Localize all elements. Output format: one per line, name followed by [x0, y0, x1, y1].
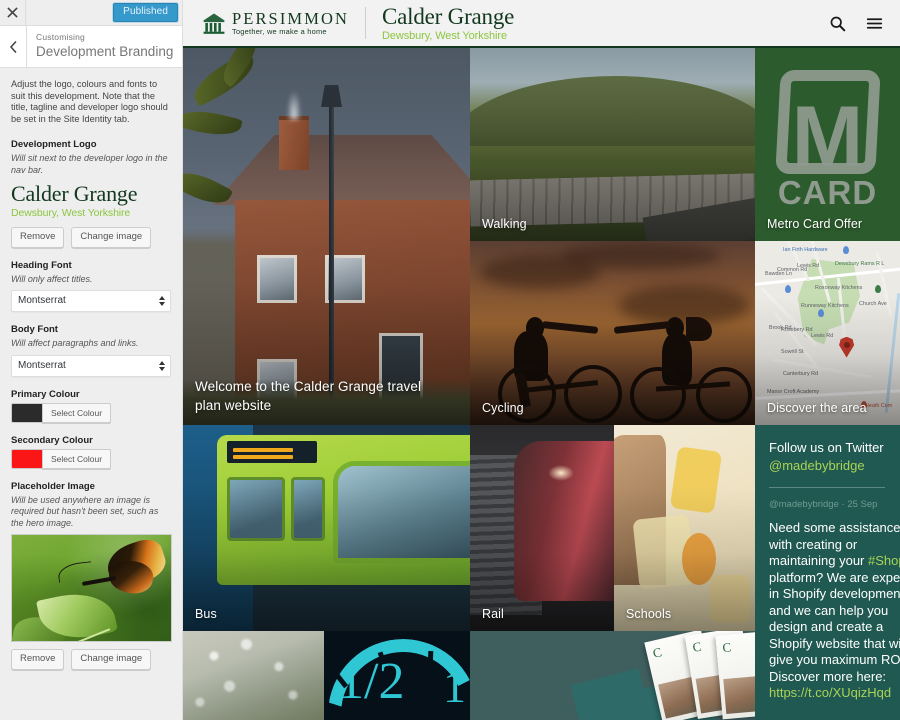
site-preview: PERSIMMON Together, we make a home Calde… [183, 0, 900, 720]
development-logo-label: Development Logo [11, 139, 97, 151]
metro-card-logo-word: CARD [777, 174, 878, 211]
section-description: Adjust the logo, colours and fonts to su… [11, 79, 168, 124]
primary-colour-swatch[interactable] [11, 402, 42, 423]
placeholder-image-help: Will be used anywhere an image is requir… [11, 494, 159, 528]
heading-font-help: Will only affect titles. [11, 273, 93, 284]
tile-hero-label: Welcome to the Calder Grange travel plan… [195, 379, 422, 413]
tweet-hashtag[interactable]: #Shopify [868, 553, 900, 568]
brochure-letter: C [721, 639, 732, 656]
close-icon[interactable] [0, 0, 26, 25]
body-font-select[interactable]: Montserrat [11, 354, 171, 377]
brand-lockup: PERSIMMON Together, we make a home Calde… [201, 4, 514, 43]
tile-map-label: Discover the area [767, 401, 867, 415]
twitter-handle[interactable]: @madebybridge [769, 457, 900, 475]
tile-schools-label: Schools [626, 607, 672, 621]
customizer-section-header: Customising Development Branding [0, 26, 182, 68]
tile-bus-label: Bus [195, 607, 217, 621]
body-font-value: Montserrat [18, 359, 66, 371]
control-heading-font: Heading Font Will only affect titles. Mo… [11, 259, 171, 313]
tile-metro-card[interactable]: M CARD Metro Card Offer [755, 48, 900, 241]
gauge-half-label: 1/2 [338, 653, 405, 710]
logo-title: Calder Grange [11, 181, 138, 207]
twitter-heading: Follow us on Twitter [769, 440, 884, 455]
hamburger-menu-icon[interactable] [866, 15, 883, 32]
logo-change-image-button[interactable]: Change image [71, 227, 152, 248]
metro-card-logo-m: M [791, 89, 864, 185]
placeholder-change-image-button[interactable]: Change image [71, 649, 152, 670]
primary-colour-label: Primary Colour [11, 388, 80, 400]
tile-metro-card-label: Metro Card Offer [767, 217, 863, 231]
development-logo-help: Will sit next to the developer logo in t… [11, 153, 168, 175]
chevron-left-icon[interactable] [0, 26, 27, 67]
control-placeholder-image: Placeholder Image Will be used anywhere … [11, 480, 172, 670]
tweet-link[interactable]: https://t.co/XUqizHqd [769, 685, 891, 700]
control-development-logo: Development Logo Will sit next to the de… [11, 138, 171, 248]
tile-map[interactable]: Ian Firth HardwareDewsbury Rams R LRoxon… [755, 241, 900, 425]
publish-button[interactable]: Published [113, 3, 178, 22]
tile-schools[interactable]: Schools [614, 425, 755, 631]
control-secondary-colour: Secondary Colour Select Colour [11, 434, 171, 469]
tile-brochures[interactable]: C C C [470, 631, 755, 720]
tile-cycling-label: Cycling [482, 401, 524, 415]
gauge-one-label: 1 [443, 661, 466, 712]
logo-remove-button[interactable]: Remove [11, 227, 65, 248]
secondary-colour-swatch[interactable] [11, 448, 42, 469]
control-primary-colour: Primary Colour Select Colour [11, 388, 171, 423]
tile-grid: Welcome to the Calder Grange travel plan… [183, 48, 900, 720]
header-actions [829, 15, 883, 32]
tile-walking-label: Walking [482, 217, 527, 231]
secondary-colour-label: Secondary Colour [11, 434, 93, 446]
placeholder-image-label: Placeholder Image [11, 480, 95, 492]
heading-font-label: Heading Font [11, 259, 72, 271]
tweet-author: @madebybridge [769, 499, 839, 510]
primary-select-colour-button[interactable]: Select Colour [42, 402, 112, 423]
logo-tagline: Dewsbury, West Yorkshire [11, 207, 131, 220]
customizer-screen: Published Customising Development Brandi… [0, 0, 900, 720]
page-title: Development Branding [36, 44, 174, 59]
tweet-meta: @madebybridge · 25 Sep [769, 498, 900, 512]
body-font-help: Will affect paragraphs and links. [11, 338, 139, 349]
select-arrows-icon [159, 296, 165, 307]
search-icon[interactable] [829, 15, 846, 32]
tile-cycling[interactable]: Cycling [470, 241, 755, 425]
developer-name: PERSIMMON [232, 8, 350, 28]
tile-fuel-gauge[interactable]: 1/2 1 [324, 631, 470, 720]
customizer-topbar: Published [0, 0, 182, 26]
persimmon-house-icon [203, 13, 225, 34]
twitter-divider [769, 487, 885, 488]
select-arrows-icon [159, 360, 165, 371]
tile-bus[interactable]: Bus [183, 425, 470, 631]
development-logo[interactable]: Calder Grange Dewsbury, West Yorkshire [382, 4, 514, 43]
tweet-separator: · [841, 499, 845, 510]
placeholder-remove-button[interactable]: Remove [11, 649, 65, 670]
heading-font-select[interactable]: Montserrat [11, 290, 171, 313]
secondary-select-colour-button[interactable]: Select Colour [42, 448, 112, 469]
placeholder-image-preview [11, 534, 172, 643]
brand-divider [365, 7, 367, 39]
customizer-controls: Adjust the logo, colours and fonts to su… [0, 68, 182, 720]
tweet-date: 25 Sep [847, 499, 878, 510]
tile-twitter-feed[interactable]: Follow us on Twitter @madebybridge @made… [755, 425, 900, 720]
development-logo-preview: Calder Grange Dewsbury, West Yorkshire [11, 181, 171, 220]
tile-rail[interactable]: Rail [470, 425, 614, 631]
tile-blossom[interactable] [183, 631, 324, 720]
control-body-font: Body Font Will affect paragraphs and lin… [11, 323, 171, 377]
tweet-text: Need some assistance with creating or ma… [769, 520, 900, 702]
tile-rail-label: Rail [482, 607, 504, 621]
development-location: Dewsbury, West Yorkshire [382, 29, 507, 42]
brochure-letter: C [651, 644, 664, 661]
customizer-sidebar: Published Customising Development Brandi… [0, 0, 183, 720]
developer-tagline: Together, we make a home [232, 26, 327, 36]
site-header: PERSIMMON Together, we make a home Calde… [183, 0, 900, 48]
breadcrumb: Customising [36, 32, 85, 42]
development-name: Calder Grange [382, 3, 515, 29]
developer-logo[interactable]: PERSIMMON Together, we make a home [201, 10, 349, 37]
brochure-letter: C [691, 638, 703, 655]
body-font-label: Body Font [11, 324, 58, 336]
tile-walking[interactable]: Walking [470, 48, 755, 241]
tile-hero[interactable]: Welcome to the Calder Grange travel plan… [183, 48, 470, 425]
tweet-text-part2: platform? We are experts in Shopify deve… [769, 569, 900, 684]
heading-font-value: Montserrat [18, 295, 66, 307]
